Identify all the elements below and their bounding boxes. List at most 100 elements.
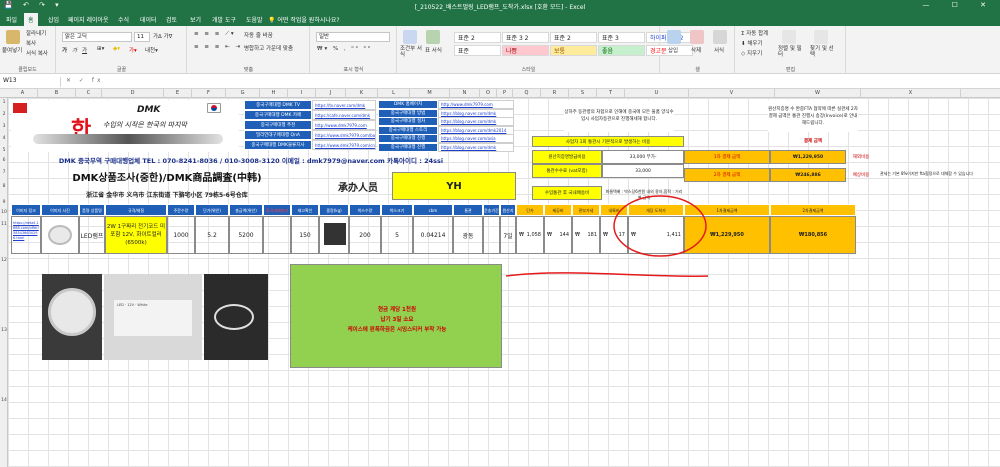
font-name-select[interactable]: 맑은 고딕 xyxy=(62,32,132,42)
format-painter-button[interactable]: 서식 복사 xyxy=(26,49,48,57)
autosum-button[interactable]: Σ 자동 합계 xyxy=(741,29,768,37)
vertical-align-buttons[interactable]: ≡ ≡ ≡ ⟋▾ xyxy=(194,31,236,38)
row-header[interactable]: 9 xyxy=(0,200,8,205)
horizontal-align-buttons[interactable]: ≡ ≡ ≡ ⇤ ⇥ xyxy=(194,44,242,50)
delete-cells-icon[interactable] xyxy=(690,30,704,44)
italic-button[interactable]: 가 xyxy=(72,46,77,54)
find-select-button[interactable]: 찾기 및 선택 xyxy=(810,46,838,58)
bold-button[interactable]: 가 xyxy=(62,46,67,54)
red-circle xyxy=(613,195,707,257)
cell-style-item[interactable]: 표준 2 xyxy=(550,32,597,43)
column-header-o[interactable]: O xyxy=(480,89,497,98)
paste-icon[interactable] xyxy=(6,30,20,44)
cell-style-item[interactable]: 표준 3 xyxy=(598,32,645,43)
column-header-m[interactable]: M xyxy=(410,89,450,98)
formula-input[interactable] xyxy=(86,77,986,87)
column-header-r[interactable]: R xyxy=(541,89,569,98)
column-header-p[interactable]: P xyxy=(497,89,513,98)
column-header-e[interactable]: E xyxy=(164,89,192,98)
find-select-icon[interactable] xyxy=(814,30,828,44)
tab-help[interactable]: 도움말 xyxy=(246,15,263,24)
column-header-s[interactable]: S xyxy=(569,89,597,98)
format-cells-icon[interactable] xyxy=(713,30,727,44)
column-header-a[interactable]: A xyxy=(8,89,38,98)
row-header[interactable]: 8 xyxy=(0,184,8,189)
worksheet[interactable]: DMK 한 수입의 시작은 한국의 마지막 중국구매대행 DMK TV https… xyxy=(8,98,1000,467)
column-header-n[interactable]: N xyxy=(450,89,480,98)
number-format-buttons[interactable]: ₩▾ % , ⁰⁰ ⁰⁰ xyxy=(317,46,372,52)
row-header[interactable]: 12 xyxy=(0,258,8,263)
column-header-f[interactable]: F xyxy=(192,89,226,98)
column-header-l[interactable]: L xyxy=(378,89,410,98)
insert-button[interactable]: 삽입 xyxy=(668,46,678,54)
column-header-t[interactable]: T xyxy=(597,89,625,98)
column-header-i[interactable]: I xyxy=(288,89,316,98)
row-header[interactable]: 6 xyxy=(0,158,8,163)
column-header-v[interactable]: V xyxy=(689,89,775,98)
underline-button[interactable]: 가 xyxy=(82,46,87,54)
tab-view[interactable]: 보기 xyxy=(190,15,201,24)
name-box[interactable]: W13 xyxy=(1,77,61,87)
cut-button[interactable]: 잘라내기 xyxy=(26,29,46,37)
column-header-b[interactable]: B xyxy=(38,89,76,98)
tell-me-box[interactable]: 💡 어떤 작업을 원하시나요? xyxy=(268,15,340,24)
column-header-h[interactable]: H xyxy=(260,89,288,98)
fill-color-button[interactable]: ◆▾ xyxy=(113,46,120,52)
tab-page-layout[interactable]: 페이지 레이아웃 xyxy=(68,15,109,24)
cell-style-item[interactable]: 보통 xyxy=(550,45,597,56)
column-header-g[interactable]: G xyxy=(226,89,260,98)
column-header-d[interactable]: D xyxy=(102,89,164,98)
format-button[interactable]: 서식 xyxy=(714,46,724,54)
row-header[interactable]: 1 xyxy=(0,100,8,105)
wrap-text-button[interactable]: 자동 줄 바꿈 xyxy=(244,31,273,39)
clear-button[interactable]: ◇ 지우기 xyxy=(741,49,762,57)
copy-button[interactable]: 복사 xyxy=(26,39,36,47)
conditional-format-icon[interactable] xyxy=(403,30,417,44)
insert-cells-icon[interactable] xyxy=(667,30,681,44)
tab-file[interactable]: 파일 xyxy=(6,15,17,24)
row-header[interactable]: 13 xyxy=(0,328,8,333)
row-header[interactable]: 3 xyxy=(0,124,8,129)
row-header[interactable]: 7 xyxy=(0,170,8,175)
column-header-c[interactable]: C xyxy=(76,89,102,98)
row-header[interactable]: 14 xyxy=(0,398,8,403)
row-header[interactable]: 5 xyxy=(0,148,8,153)
conditional-format-button[interactable]: 조건부 서식 xyxy=(400,46,422,58)
column-header-k[interactable]: K xyxy=(346,89,378,98)
format-table-icon[interactable] xyxy=(426,30,440,44)
merge-center-button[interactable]: 병합하고 가운데 맞춤 xyxy=(244,44,293,52)
cell-style-item[interactable]: 나쁨 xyxy=(502,45,549,56)
cell-style-item[interactable]: 표준 3 2 xyxy=(502,32,549,43)
tab-home[interactable]: 홈 xyxy=(24,13,38,26)
window-controls[interactable]: — ☐ ✕ xyxy=(922,1,996,9)
fill-button[interactable]: ⬇ 채우기 xyxy=(741,39,763,47)
sort-filter-icon[interactable] xyxy=(782,30,796,44)
column-header-q[interactable]: Q xyxy=(513,89,541,98)
row-header[interactable]: 11 xyxy=(0,222,8,227)
border-button[interactable]: ⊞▾ xyxy=(97,46,104,52)
tab-review[interactable]: 검토 xyxy=(166,15,177,24)
row-header[interactable]: 10 xyxy=(0,210,8,215)
format-table-button[interactable]: 표 서식 xyxy=(425,46,442,54)
column-header-x[interactable]: X xyxy=(861,89,961,98)
paste-button[interactable]: 붙여넣기 xyxy=(2,46,22,54)
column-header-j[interactable]: J xyxy=(316,89,346,98)
tab-formulas[interactable]: 수식 xyxy=(118,15,129,24)
cell-style-item[interactable]: 표준 xyxy=(454,45,501,56)
font-size-buttons[interactable]: 가ᐃ 가ᐁ xyxy=(153,32,172,40)
column-header-w[interactable]: W xyxy=(775,89,861,98)
row-header[interactable]: 4 xyxy=(0,136,8,141)
tab-insert[interactable]: 삽입 xyxy=(48,15,59,24)
tab-developer[interactable]: 개발 도구 xyxy=(212,15,236,24)
phonetic-button[interactable]: 내천▾ xyxy=(145,46,158,54)
row-header[interactable]: 2 xyxy=(0,112,8,117)
font-color-button[interactable]: 가▾ xyxy=(129,46,137,54)
cell-style-item[interactable]: 표준 2 xyxy=(454,32,501,43)
column-header-u[interactable]: U xyxy=(625,89,689,98)
tab-data[interactable]: 데이터 xyxy=(140,15,157,24)
delete-button[interactable]: 삭제 xyxy=(691,46,701,54)
font-size-select[interactable]: 11 xyxy=(134,32,150,42)
number-format-select[interactable]: 일반 xyxy=(316,32,390,42)
cell-style-item[interactable]: 좋음 xyxy=(598,45,645,56)
sort-filter-button[interactable]: 정렬 및 필터 xyxy=(778,46,802,58)
